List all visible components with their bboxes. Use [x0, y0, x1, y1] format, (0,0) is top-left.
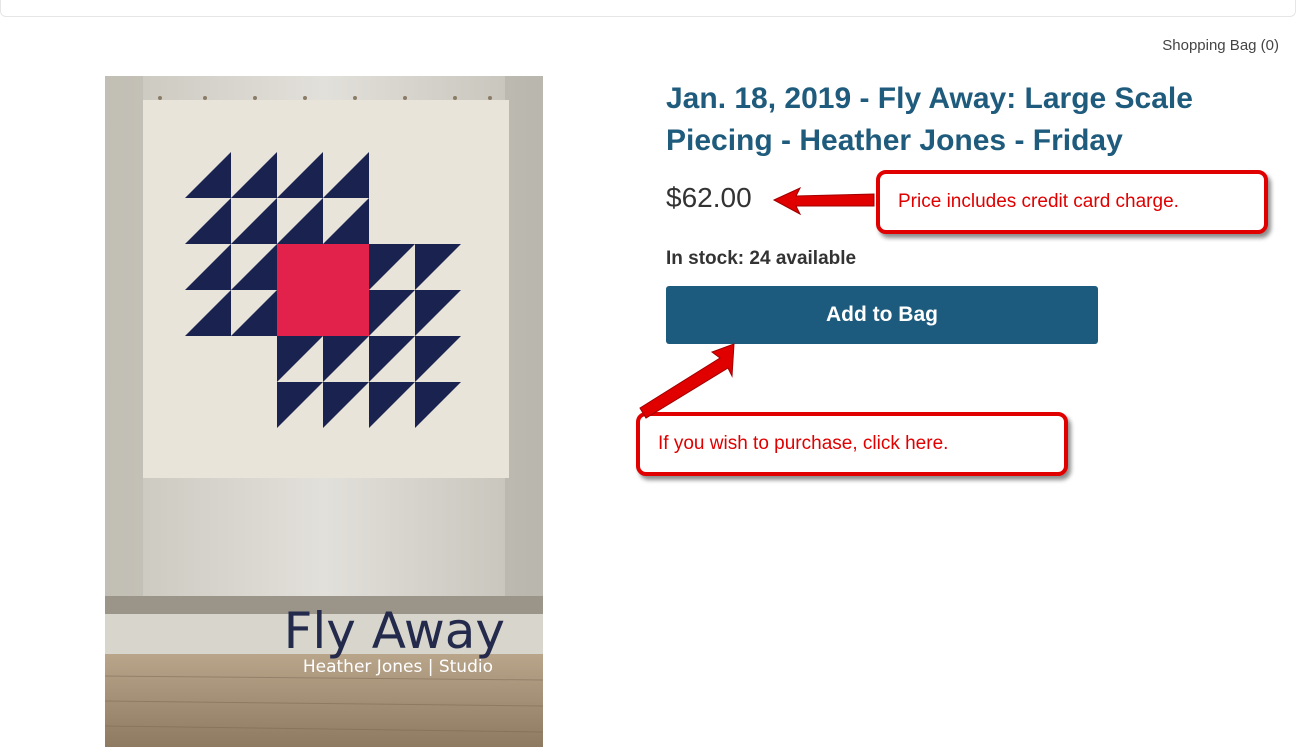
- price-note-text: Price includes credit card charge.: [898, 191, 1179, 212]
- purchase-note-text: If you wish to purchase, click here.: [658, 433, 949, 454]
- button-arrow-icon: [639, 343, 735, 419]
- price-note-callout: Price includes credit card charge.: [876, 170, 1268, 234]
- top-bar: [0, 0, 1296, 17]
- purchase-note-callout: If you wish to purchase, click here.: [636, 412, 1068, 476]
- product-price: $62.00: [666, 182, 752, 213]
- shopping-bag-link[interactable]: Shopping Bag (0): [1162, 37, 1279, 54]
- product-image: Fly Away Heather Jones | Studio: [105, 76, 543, 747]
- stock-status: In stock: 24 available: [666, 248, 857, 269]
- price-arrow-icon: [772, 186, 875, 216]
- image-subtitle-text: Heather Jones | Studio: [303, 657, 493, 677]
- add-to-bag-button[interactable]: Add to Bag: [666, 286, 1098, 344]
- image-title-text: Fly Away: [284, 602, 505, 660]
- product-title: Jan. 18, 2019 - Fly Away: Large Scale Pi…: [666, 82, 1193, 157]
- quilt-photo: Fly Away Heather Jones | Studio: [105, 76, 543, 747]
